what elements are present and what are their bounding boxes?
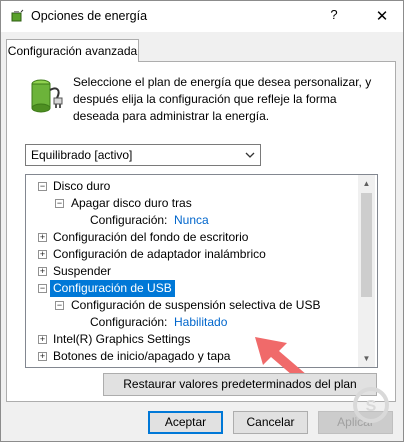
setting-label: Configuración: xyxy=(90,213,168,227)
accept-button[interactable]: Aceptar xyxy=(148,411,223,434)
intro-line: después elija la configuración que refle… xyxy=(73,92,337,106)
tree-item-label: Configuración del fondo de escritorio xyxy=(53,230,249,244)
tree-item-label-selected: Configuración de USB xyxy=(50,280,175,297)
scroll-down-icon[interactable]: ▼ xyxy=(358,350,375,367)
expand-icon[interactable]: + xyxy=(38,233,47,242)
tree-item-adaptador-inalambrico[interactable]: + Configuración de adaptador inalámbrico xyxy=(26,246,361,263)
tree-item-suspension-selectiva[interactable]: − Configuración de suspensión selectiva … xyxy=(26,297,361,314)
setting-value-link[interactable]: Nunca xyxy=(174,212,209,229)
collapse-icon[interactable]: − xyxy=(38,284,47,293)
intro-description: Seleccione el plan de energía que desea … xyxy=(73,74,373,125)
watermark-logo-icon: S xyxy=(353,387,389,423)
cancel-button[interactable]: Cancelar xyxy=(233,411,308,434)
expand-icon[interactable]: + xyxy=(38,352,47,361)
battery-plan-icon xyxy=(31,79,63,113)
collapse-icon[interactable]: − xyxy=(38,182,47,191)
power-plan-select[interactable]: Equilibrado [activo] xyxy=(25,144,261,166)
tree-scrollbar[interactable]: ▲ ▼ xyxy=(358,175,375,367)
window-title: Opciones de energía xyxy=(31,9,148,23)
tree-item-disco-duro[interactable]: − Disco duro xyxy=(26,178,361,195)
power-options-window: Opciones de energía ? ✕ Configuración av… xyxy=(0,0,404,442)
collapse-icon[interactable]: − xyxy=(55,301,64,310)
power-plan-value: Equilibrado [activo] xyxy=(31,148,133,162)
tab-advanced-settings[interactable]: Configuración avanzada xyxy=(6,39,139,62)
setting-value-link[interactable]: Habilitado xyxy=(174,314,227,331)
tree-item-usb[interactable]: − Configuración de USB xyxy=(26,280,361,297)
help-button[interactable]: ? xyxy=(327,7,341,22)
tree-item-label: Suspender xyxy=(53,264,112,278)
tree-item-apagar-disco[interactable]: − Apagar disco duro tras xyxy=(26,195,361,212)
expand-icon[interactable]: + xyxy=(38,250,47,259)
power-battery-icon xyxy=(11,9,24,22)
scroll-thumb[interactable] xyxy=(361,193,372,297)
tree-item-label: Configuración de adaptador inalámbrico xyxy=(53,247,266,261)
collapse-icon[interactable]: − xyxy=(55,199,64,208)
title-bar: Opciones de energía ? ✕ xyxy=(1,1,403,32)
scroll-up-icon[interactable]: ▲ xyxy=(358,175,375,192)
close-button[interactable]: ✕ xyxy=(367,3,397,29)
tree-item-label: Apagar disco duro tras xyxy=(71,196,192,210)
tree-item-label: Configuración de suspensión selectiva de… xyxy=(71,298,321,312)
expand-icon[interactable]: + xyxy=(38,335,47,344)
tree-item-label: Disco duro xyxy=(53,179,111,193)
tree-item-setting-value[interactable]: Configuración: Habilitado xyxy=(26,314,361,331)
tree-item-suspender[interactable]: + Suspender xyxy=(26,263,361,280)
setting-label: Configuración: xyxy=(90,315,168,329)
tree-item-fondo-escritorio[interactable]: + Configuración del fondo de escritorio xyxy=(26,229,361,246)
intro-line: deseada para administrar la energía. xyxy=(73,109,270,123)
tree-item-label: Intel(R) Graphics Settings xyxy=(53,332,191,346)
tree-item-label: Botones de inicio/apagado y tapa xyxy=(53,349,231,363)
tree-item-setting-value[interactable]: Configuración: Nunca xyxy=(26,212,361,229)
expand-icon[interactable]: + xyxy=(38,267,47,276)
close-icon: ✕ xyxy=(375,8,389,25)
settings-tree[interactable]: − Disco duro − Apagar disco duro tras Co… xyxy=(25,174,378,368)
restore-defaults-button[interactable]: Restaurar valores predeterminados del pl… xyxy=(103,373,377,396)
chevron-down-icon xyxy=(245,152,255,158)
svg-text:S: S xyxy=(366,398,377,415)
intro-line: Seleccione el plan de energía que desea … xyxy=(73,75,372,89)
